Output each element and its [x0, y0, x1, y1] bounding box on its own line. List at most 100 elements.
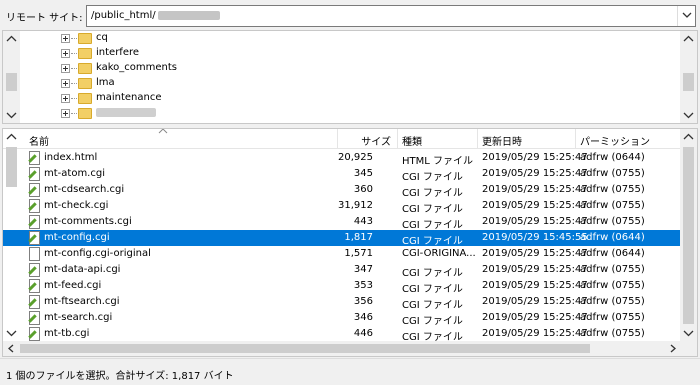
file-row[interactable]: mt-feed.cgi 353 CGI ファイル 2019/05/29 15:25:4…	[3, 278, 683, 295]
file-list-vertical-scrollbar[interactable]	[680, 129, 697, 356]
file-row[interactable]: mt-ftsearch.cgi 356 CGI ファイル 2019/05/29 15:…	[3, 294, 683, 311]
file-modified: 2019/05/29 15:25:47	[482, 184, 588, 195]
column-header-type[interactable]: 種類	[398, 129, 478, 149]
file-list-horizontal-scrollbar[interactable]	[3, 341, 683, 356]
chevron-down-icon[interactable]	[677, 6, 695, 26]
file-size: 346	[353, 312, 373, 323]
scroll-left-icon[interactable]	[6, 343, 17, 354]
script-file-icon	[29, 295, 40, 309]
scroll-down-icon[interactable]	[680, 106, 697, 123]
scroll-up-icon[interactable]	[680, 31, 697, 48]
file-size: 446	[353, 328, 373, 339]
file-type: CGI ファイル	[402, 220, 463, 231]
scroll-thumb[interactable]	[6, 73, 17, 91]
file-permissions: adfrw (0755)	[580, 216, 645, 227]
expand-icon[interactable]	[61, 109, 70, 118]
file-type: CGI ファイル	[402, 188, 463, 199]
file-modified: 2019/05/29 15:25:47	[482, 248, 588, 259]
file-permissions: adfrw (0755)	[580, 296, 645, 307]
file-permissions: adfrw (0644)	[580, 248, 645, 259]
file-row[interactable]: mt-config.cgi-original 1,571 CGI-ORIGINA..…	[3, 246, 683, 262]
tree-right-scrollbar[interactable]	[680, 31, 697, 123]
expand-icon[interactable]	[61, 64, 70, 73]
column-header-modified-label: 更新日時	[482, 137, 522, 148]
remote-path-combobox[interactable]: /public_html/	[86, 5, 696, 27]
file-type: CGI ファイル	[402, 284, 463, 295]
scroll-up-icon[interactable]	[680, 129, 697, 146]
script-file-icon	[29, 327, 40, 341]
scroll-down-icon[interactable]	[680, 324, 697, 341]
scroll-thumb[interactable]	[683, 73, 694, 91]
file-row[interactable]: mt-tb.cgi 446 CGI ファイル 2019/05/29 15:25:47 a…	[3, 326, 683, 343]
file-row[interactable]: mt-config.cgi 1,817 CGI ファイル 2019/05/29 15:…	[3, 230, 683, 247]
redacted-folder-name	[96, 107, 156, 117]
status-bar: 1 個のファイルを選択。合計サイズ: 1,817 バイト	[0, 358, 700, 385]
column-header-row: 名前 サイズ 種類 更新日時 パーミッション	[3, 129, 683, 149]
expand-icon[interactable]	[61, 49, 70, 58]
file-size: 347	[353, 264, 373, 275]
remote-site-label: リモート サイト:	[6, 13, 83, 24]
tree-item-label: kako_comments	[96, 62, 178, 73]
scroll-thumb[interactable]	[683, 147, 694, 324]
tree-item-label: cq	[96, 32, 108, 43]
file-size: 1,571	[344, 248, 373, 259]
remote-path-value[interactable]: /public_html/	[91, 10, 220, 21]
file-row[interactable]: mt-cdsearch.cgi 360 CGI ファイル 2019/05/29 15:…	[3, 182, 683, 199]
expand-icon[interactable]	[61, 94, 70, 103]
script-file-icon	[29, 231, 40, 245]
column-header-size[interactable]: サイズ	[338, 129, 398, 149]
column-header-modified[interactable]: 更新日時	[478, 129, 576, 149]
scroll-down-icon[interactable]	[3, 106, 20, 123]
file-type: CGI ファイル	[402, 204, 463, 215]
file-modified: 2019/05/29 15:25:47	[482, 280, 588, 291]
folder-icon	[78, 78, 92, 89]
file-icon	[29, 247, 40, 261]
folder-icon	[78, 48, 92, 59]
file-name: mt-check.cgi	[44, 200, 109, 211]
expand-icon[interactable]	[61, 79, 70, 88]
scroll-thumb[interactable]	[6, 147, 17, 187]
remote-directory-tree: cq interfere kako_comments lma maintenan…	[2, 30, 698, 124]
file-modified: 2019/05/29 15:25:47	[482, 264, 588, 275]
file-name: mt-search.cgi	[44, 312, 113, 323]
file-modified: 2019/05/29 15:25:47	[482, 152, 588, 163]
file-modified: 2019/05/29 15:25:47	[482, 312, 588, 323]
column-header-permissions[interactable]: パーミッション	[576, 129, 683, 149]
file-type: CGI-ORIGINA...	[402, 248, 476, 259]
script-file-icon	[29, 167, 40, 181]
file-size: 443	[353, 216, 373, 227]
file-row[interactable]: mt-check.cgi 31,912 CGI ファイル 2019/05/29 15:…	[3, 198, 683, 215]
script-file-icon	[29, 151, 40, 165]
tree-item-label	[96, 107, 156, 118]
file-row[interactable]: index.html 20,925 HTML ファイル 2019/05/29 15:2…	[3, 150, 683, 167]
scroll-thumb[interactable]	[20, 344, 590, 353]
file-row[interactable]: mt-data-api.cgi 347 CGI ファイル 2019/05/29 15:…	[3, 262, 683, 279]
file-permissions: adfrw (0755)	[580, 200, 645, 211]
file-row[interactable]: mt-comments.cgi 443 CGI ファイル 2019/05/29 15:…	[3, 214, 683, 231]
scroll-right-icon[interactable]	[667, 343, 678, 354]
column-header-size-label: サイズ	[361, 137, 391, 148]
file-list-left-scroll-buttons[interactable]	[3, 129, 20, 341]
file-size: 31,912	[338, 200, 373, 211]
file-name: mt-cdsearch.cgi	[44, 184, 125, 195]
file-name: mt-data-api.cgi	[44, 264, 121, 275]
script-file-icon	[29, 263, 40, 277]
folder-icon	[78, 108, 92, 119]
scroll-up-icon[interactable]	[3, 129, 20, 146]
expand-icon[interactable]	[61, 34, 70, 43]
file-row[interactable]: mt-search.cgi 346 CGI ファイル 2019/05/29 15:25…	[3, 310, 683, 327]
remote-site-bar: リモート サイト: /public_html/	[0, 0, 700, 30]
tree-left-scrollbar[interactable]	[3, 31, 20, 123]
folder-icon	[78, 33, 92, 44]
column-header-name-label: 名前	[29, 137, 49, 148]
remote-file-list: 名前 サイズ 種類 更新日時 パーミッション index.html 20,925 H…	[2, 128, 698, 357]
scroll-down-icon[interactable]	[3, 324, 20, 341]
script-file-icon	[29, 199, 40, 213]
file-name: mt-comments.cgi	[44, 216, 132, 227]
column-header-name[interactable]: 名前	[3, 129, 338, 149]
scroll-up-icon[interactable]	[3, 31, 20, 48]
sort-ascending-icon	[158, 129, 168, 134]
script-file-icon	[29, 279, 40, 293]
file-row[interactable]: mt-atom.cgi 345 CGI ファイル 2019/05/29 15:25:4…	[3, 166, 683, 183]
file-modified: 2019/05/29 15:25:47	[482, 328, 588, 339]
